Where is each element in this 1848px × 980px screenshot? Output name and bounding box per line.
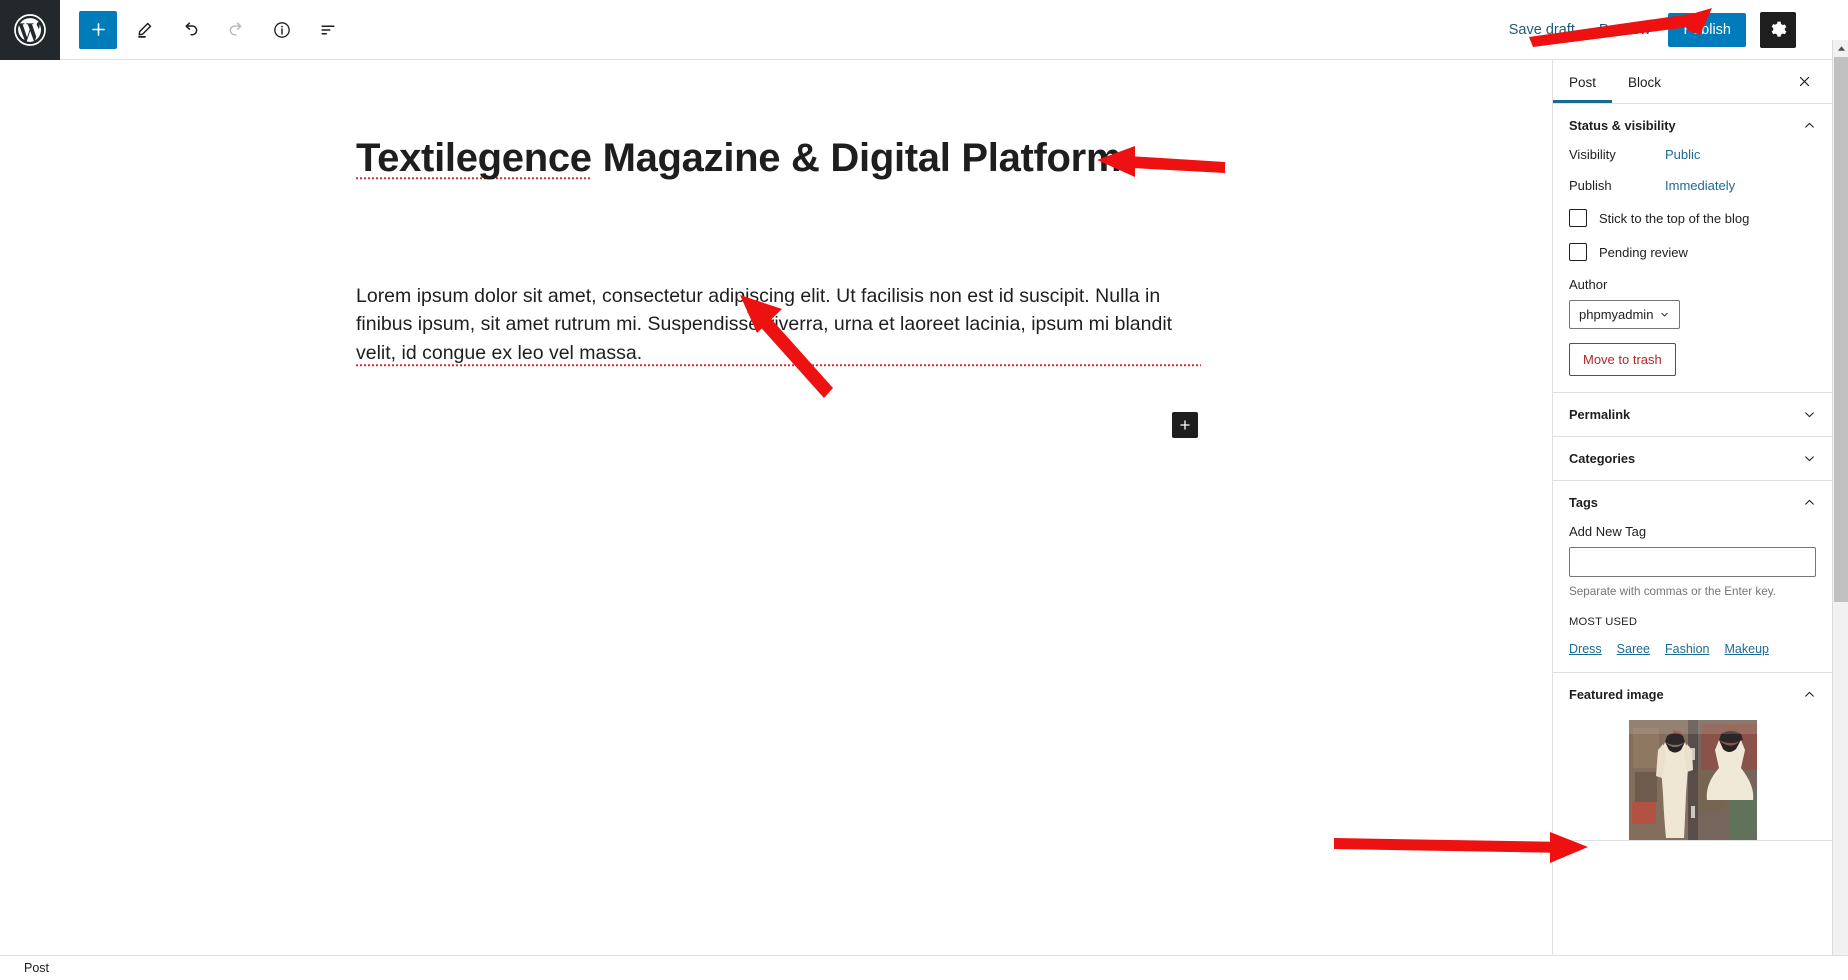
panel-tags: Tags Add New Tag Separate with commas or… <box>1553 481 1832 673</box>
chevron-up-icon[interactable] <box>1803 119 1816 132</box>
publish-label: Publish <box>1569 178 1612 193</box>
list-view-icon[interactable] <box>309 11 347 49</box>
featured-image[interactable] <box>1628 720 1757 840</box>
pencil-icon[interactable] <box>125 11 163 49</box>
panel-featured-image-header[interactable]: Featured image <box>1553 673 1832 716</box>
pending-review-label: Pending review <box>1599 244 1688 260</box>
panel-featured-image: Featured image <box>1553 673 1832 841</box>
pending-review-checkbox[interactable] <box>1569 243 1587 261</box>
move-to-trash-button[interactable]: Move to trash <box>1569 343 1676 376</box>
panel-permalink: Permalink <box>1553 393 1832 437</box>
panel-status-visibility-header[interactable]: Status & visibility <box>1553 104 1832 147</box>
author-label: Author <box>1569 277 1608 292</box>
chevron-down-icon <box>1661 312 1669 317</box>
post-paragraph[interactable]: Lorem ipsum dolor sit amet, consectetur … <box>356 282 1201 367</box>
scroll-up-arrow-icon[interactable] <box>1833 40 1848 56</box>
vertical-scrollbar[interactable] <box>1832 40 1848 980</box>
chevron-down-icon[interactable] <box>1803 452 1816 465</box>
post-title[interactable]: Textilegence Magazine & Digital Platform <box>356 135 1216 181</box>
tag-link-makeup[interactable]: Makeup <box>1725 642 1769 656</box>
panel-categories-header[interactable]: Categories <box>1553 437 1832 480</box>
panel-categories-title: Categories <box>1569 451 1636 466</box>
kebab-menu-icon[interactable] <box>1800 12 1834 48</box>
toolbar-right-group: Save draft Preview Publish <box>1497 11 1848 48</box>
tab-post[interactable]: Post <box>1553 62 1613 103</box>
author-select[interactable]: phpmyadmin <box>1569 300 1681 329</box>
sticky-checkbox-row: Stick to the top of the blog <box>1569 209 1816 227</box>
add-new-tag-input[interactable] <box>1569 547 1816 577</box>
panel-status-visibility-title: Status & visibility <box>1569 118 1676 133</box>
sticky-label: Stick to the top of the blog <box>1599 210 1750 226</box>
author-select-value: phpmyadmin <box>1579 307 1654 322</box>
sticky-checkbox[interactable] <box>1569 209 1587 227</box>
tags-help-text: Separate with commas or the Enter key. <box>1569 585 1777 598</box>
most-used-tag-list: Dress Saree Fashion Makeup <box>1569 642 1816 656</box>
panel-permalink-header[interactable]: Permalink <box>1553 393 1832 436</box>
status-bar-text: Post <box>24 961 50 975</box>
wordpress-logo-icon[interactable] <box>0 0 60 60</box>
panel-tags-title: Tags <box>1569 495 1598 510</box>
undo-arrow-icon[interactable] <box>171 11 209 49</box>
save-draft-button[interactable]: Save draft <box>1497 14 1587 46</box>
visibility-value-button[interactable]: Public <box>1665 147 1700 162</box>
wordpress-block-editor: Save draft Preview Publish Textilegence … <box>0 0 1848 980</box>
most-used-label: MOST USED <box>1569 616 1638 628</box>
scrollbar-thumb[interactable] <box>1834 57 1848 602</box>
chevron-down-icon[interactable] <box>1803 408 1816 421</box>
info-circle-icon[interactable] <box>263 11 301 49</box>
publish-row: Publish Immediately <box>1569 178 1816 193</box>
publish-value-button[interactable]: Immediately <box>1665 178 1735 193</box>
panel-tags-header[interactable]: Tags <box>1553 481 1832 524</box>
add-new-tag-label: Add New Tag <box>1569 524 1647 539</box>
panel-status-visibility-body: Visibility Public Publish Immediately St… <box>1553 147 1832 392</box>
close-icon[interactable] <box>1790 68 1818 96</box>
post-title-misspelled-word: Textilegence <box>356 136 592 180</box>
pending-review-checkbox-row: Pending review <box>1569 243 1816 261</box>
panel-status-visibility: Status & visibility Visibility Public Pu… <box>1553 104 1832 393</box>
status-bar: Post <box>0 955 1848 980</box>
toolbar-left-group <box>60 10 347 49</box>
tag-link-dress[interactable]: Dress <box>1569 642 1602 656</box>
panel-featured-image-title: Featured image <box>1569 687 1664 702</box>
panel-permalink-title: Permalink <box>1569 407 1631 422</box>
inline-block-inserter-button[interactable] <box>1172 412 1198 438</box>
block-inserter-button[interactable] <box>79 10 117 49</box>
gear-icon[interactable] <box>1760 11 1796 48</box>
post-settings-sidebar: Post Block Status & visibility Visibilit… <box>1552 60 1832 965</box>
preview-button[interactable]: Preview <box>1587 14 1663 46</box>
panel-categories: Categories <box>1553 437 1832 481</box>
publish-button[interactable]: Publish <box>1668 12 1746 47</box>
editor-top-toolbar: Save draft Preview Publish <box>0 0 1848 60</box>
visibility-label: Visibility <box>1569 147 1616 162</box>
post-title-rest: Magazine & Digital Platform <box>591 136 1122 180</box>
panel-tags-body: Add New Tag Separate with commas or the … <box>1553 524 1832 672</box>
sidebar-tabs: Post Block <box>1553 60 1832 104</box>
chevron-up-icon[interactable] <box>1803 688 1816 701</box>
redo-arrow-icon[interactable] <box>217 11 255 49</box>
visibility-row: Visibility Public <box>1569 147 1816 162</box>
editor-canvas[interactable]: Textilegence Magazine & Digital Platform… <box>0 60 1552 965</box>
tab-block[interactable]: Block <box>1612 62 1677 102</box>
featured-image-wrap <box>1553 716 1832 840</box>
tag-link-fashion[interactable]: Fashion <box>1665 642 1709 656</box>
chevron-up-icon[interactable] <box>1803 496 1816 509</box>
tag-link-saree[interactable]: Saree <box>1617 642 1650 656</box>
